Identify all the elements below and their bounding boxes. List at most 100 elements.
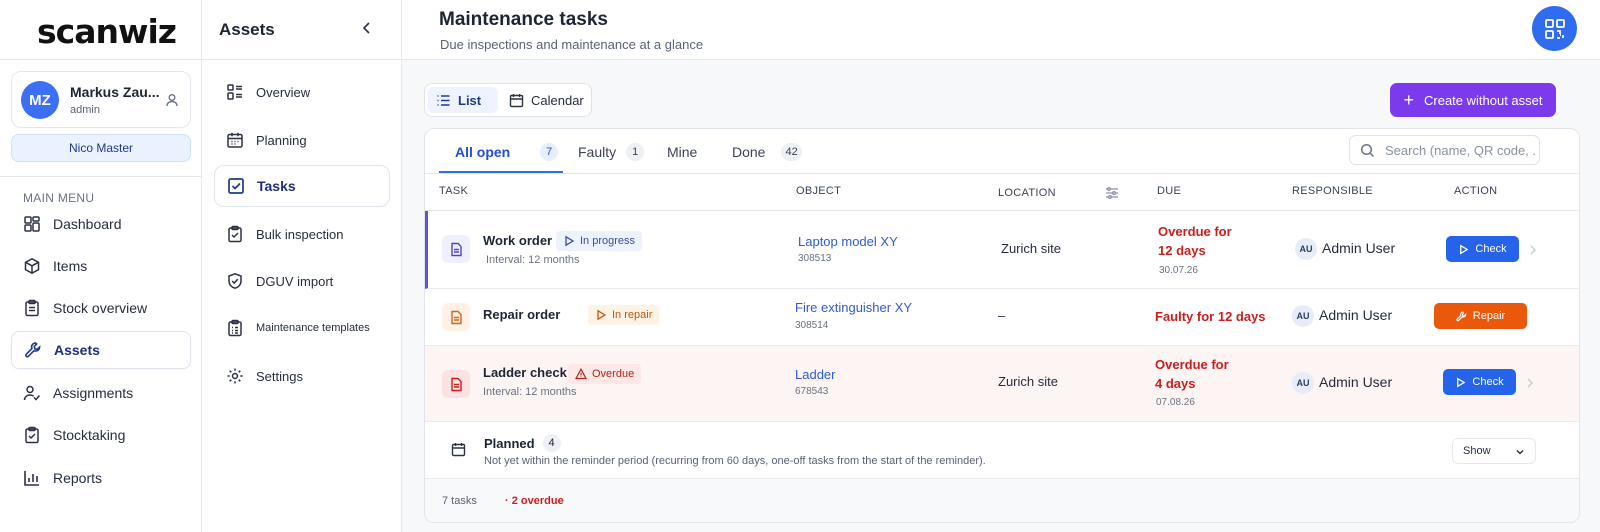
subnav-item-label: Bulk inspection [256,226,344,242]
sidebar-item-label: Assignments [53,385,134,401]
sidebar-item-dashboard[interactable]: Dashboard [11,205,191,243]
chevron-down-icon [1516,449,1524,455]
wrench-icon [1456,310,1467,321]
calendar-view-button[interactable]: Calendar [501,87,592,113]
tab-all-open[interactable]: All open 7 [455,129,559,174]
subnav-title: Assets [219,20,275,39]
app-logo[interactable]: scanwiz [37,12,177,51]
tab-count: 42 [781,142,802,161]
tab-label: Faulty [578,143,617,160]
table-row[interactable]: Work order In progress Interval: 12 mont… [425,211,1579,289]
object-id: 308513 [798,253,832,264]
create-without-asset-button[interactable]: + Create without asset [1390,83,1556,117]
active-tab-indicator [439,171,563,173]
table-row[interactable]: Ladder check Overdue Interval: 12 months… [425,346,1579,422]
page-title: Maintenance tasks [439,9,608,30]
sidebar-item-label: Stock overview [53,300,148,316]
table-header: TASK OBJECT LOCATION DUE RESPONSIBLE ACT… [425,174,1579,211]
due-line: Overdue for [1155,357,1229,372]
check-button[interactable]: Check [1443,369,1516,395]
status-label: In repair [612,309,653,321]
subnav-item-dguv-import[interactable]: DGUV import [214,260,390,302]
show-label: Show [1463,445,1491,457]
qr-code-icon [1544,18,1565,39]
calendar-icon [509,93,524,107]
task-tabs: All open 7 Faulty 1 Mine Done 42 [425,129,1579,174]
search-input[interactable] [1385,142,1535,158]
sidebar-item-assets[interactable]: Assets [11,331,191,369]
subnav-item-tasks[interactable]: Tasks [214,165,390,207]
tab-mine[interactable]: Mine [667,129,697,174]
tab-label: Mine [667,143,698,160]
document-icon [442,370,470,398]
shield-check-icon [228,273,242,289]
subnav-item-settings[interactable]: Settings [214,355,390,397]
task-name[interactable]: Repair order [483,307,560,322]
object-link[interactable]: Ladder [795,367,835,382]
user-card[interactable]: MZ Markus Zau... admin [11,71,191,128]
tab-done[interactable]: Done 42 [732,129,802,174]
subnav-item-overview[interactable]: Overview [214,71,390,113]
column-due: DUE [1157,185,1182,197]
task-interval: Interval: 12 months [486,254,580,266]
task-interval: Interval: 12 months [483,386,577,398]
sidebar-item-assignments[interactable]: Assignments [11,374,191,412]
due-date: 07.08.26 [1156,397,1195,408]
document-icon [442,235,470,263]
chevron-left-icon[interactable] [360,21,374,35]
tasks-card: All open 7 Faulty 1 Mine Done 42 TASK OB… [424,128,1580,523]
play-icon [597,309,607,321]
subnav-item-bulk-inspection[interactable]: Bulk inspection [214,213,390,255]
search-field[interactable] [1349,135,1540,165]
tab-faulty[interactable]: Faulty 1 [578,129,645,174]
organization-switcher[interactable]: Nico Master [11,134,191,162]
list-icon [437,94,450,106]
clipboard-list-icon [228,319,242,337]
check-button[interactable]: Check [1446,236,1519,262]
menu-heading: MAIN MENU [23,191,95,205]
sidebar-item-items[interactable]: Items [11,247,191,285]
divider [202,59,402,60]
task-name[interactable]: Work order [483,233,552,248]
responsible-name: Admin User [1319,307,1393,323]
chevron-right-icon[interactable] [1528,245,1538,255]
avatar: AU [1292,305,1314,327]
sidebar-item-label: Stocktaking [53,427,126,443]
clipboard-icon [25,299,39,317]
sidebar-item-label: Reports [53,470,103,486]
subnav-item-planning[interactable]: Planning [214,119,390,161]
column-settings-icon[interactable] [1105,186,1119,200]
sidebar-item-reports[interactable]: Reports [11,459,191,497]
object-link[interactable]: Laptop model XY [798,234,898,249]
repair-button[interactable]: Repair [1434,303,1527,329]
due-date: 30.07.26 [1159,265,1198,276]
due-line: Overdue for [1158,224,1232,239]
play-icon [1460,244,1469,254]
play-icon [1457,377,1466,387]
object-link[interactable]: Fire extinguisher XY [795,300,912,315]
qr-scan-button[interactable] [1532,6,1577,51]
status-badge: Overdue [568,364,642,384]
wrench-icon [25,342,41,358]
subnav-item-maintenance-templates[interactable]: Maintenance templates [214,307,390,349]
column-location: LOCATION [998,187,1056,199]
warning-icon [575,368,587,380]
show-planned-select[interactable]: Show [1452,438,1536,464]
task-count: 7 tasks [442,495,477,507]
search-icon [1360,143,1375,157]
tab-count: 1 [626,142,645,161]
divider [0,176,202,177]
column-object: OBJECT [796,185,842,197]
user-role: admin [70,104,100,116]
user-check-icon [23,385,41,401]
list-view-button[interactable]: List [428,87,498,113]
overdue-count: · 2 overdue [505,495,564,507]
task-name[interactable]: Ladder check [483,365,567,380]
sidebar-item-stock-overview[interactable]: Stock overview [11,289,191,327]
user-icon[interactable] [164,92,180,108]
action-label: Repair [1472,310,1506,322]
sidebar-item-stocktaking[interactable]: Stocktaking [11,416,191,454]
chevron-right-icon[interactable] [1525,378,1535,388]
user-name: Markus Zau... [70,84,160,100]
table-row[interactable]: Repair order In repair Fire extinguisher… [425,289,1579,346]
